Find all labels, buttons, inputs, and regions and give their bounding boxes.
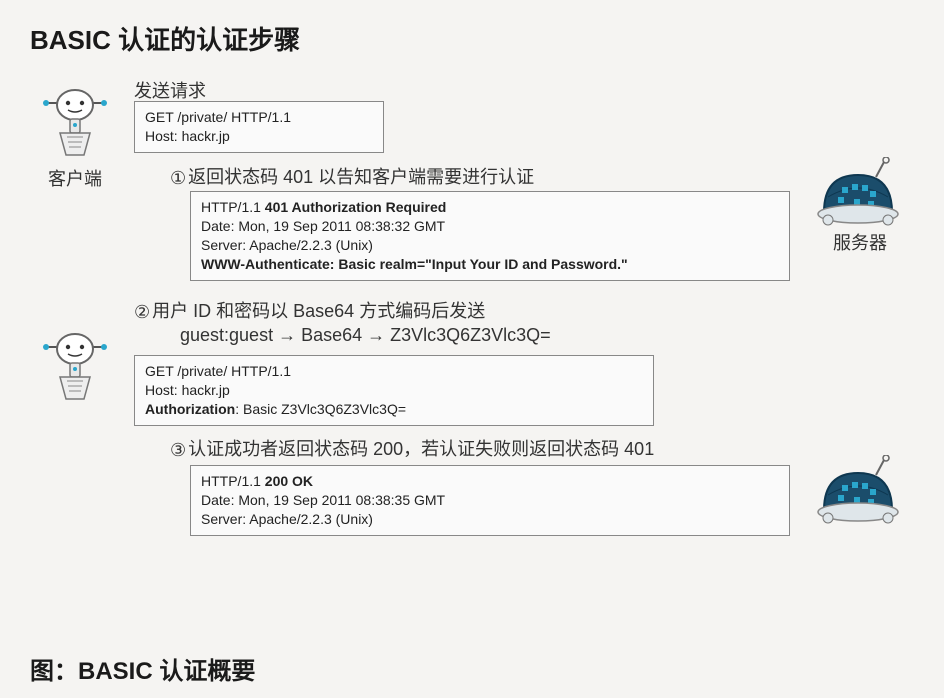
client-robot-icon xyxy=(40,85,110,175)
r3-l2: Date: Mon, 19 Sep 2011 08:38:35 GMT xyxy=(201,492,445,508)
response1-box: HTTP/1.1 401 Authorization Required Date… xyxy=(190,191,790,281)
figure-caption: 图：BASIC 认证概要 xyxy=(30,651,914,686)
r1-l1a: HTTP/1.1 xyxy=(201,199,265,215)
client-label: 客户端 xyxy=(40,165,110,191)
q2-l1: GET /private/ HTTP/1.1 xyxy=(145,363,291,379)
step2-number: ② xyxy=(134,302,150,323)
response3-box: HTTP/1.1 200 OK Date: Mon, 19 Sep 2011 0… xyxy=(190,465,790,536)
page-title: BASIC 认证的认证步骤 xyxy=(30,20,914,57)
client-robot-icon-2 xyxy=(40,329,110,419)
request2-box: GET /private/ HTTP/1.1 Host: hackr.jp Au… xyxy=(134,355,654,426)
step3-label: ③认证成功者返回状态码 200，若认证失败则返回状态码 401 xyxy=(170,435,654,461)
r1-l3: Server: Apache/2.2.3 (Unix) xyxy=(201,237,373,253)
request1-label: 发送请求 xyxy=(134,77,206,103)
server-label: 服务器 xyxy=(816,229,904,255)
step1-text: 返回状态码 401 以告知客户端需要进行认证 xyxy=(188,167,534,187)
r1-l1b: 401 Authorization Required xyxy=(265,199,447,215)
step2-sub: guest:guest → Base64 → Z3Vlc3Q6Z3Vlc3Q= xyxy=(180,325,551,346)
step3-text: 认证成功者返回状态码 200，若认证失败则返回状态码 401 xyxy=(188,439,654,459)
r1-l2: Date: Mon, 19 Sep 2011 08:38:32 GMT xyxy=(201,218,445,234)
step2-text: 用户 ID 和密码以 Base64 方式编码后发送 xyxy=(152,301,485,321)
r3-l1a: HTTP/1.1 xyxy=(201,473,265,489)
step1-number: ① xyxy=(170,168,186,189)
q2-l2: Host: hackr.jp xyxy=(145,382,230,398)
req1-line2: Host: hackr.jp xyxy=(145,128,230,144)
request1-box: GET /private/ HTTP/1.1 Host: hackr.jp xyxy=(134,101,384,153)
step1-label: ①返回状态码 401 以告知客户端需要进行认证 xyxy=(170,163,534,189)
server-dome-icon-2 xyxy=(814,455,904,545)
r3-l3: Server: Apache/2.2.3 (Unix) xyxy=(201,511,373,527)
req1-line1: GET /private/ HTTP/1.1 xyxy=(145,109,291,125)
r1-l4: WWW-Authenticate: Basic realm="Input You… xyxy=(201,256,628,272)
basic-auth-diagram: 客户端 发送请求 GET /private/ HTTP/1.1 Host: ha… xyxy=(30,77,914,637)
q2-l3b: : Basic Z3Vlc3Q6Z3Vlc3Q= xyxy=(235,401,406,417)
step2-label: ②用户 ID 和密码以 Base64 方式编码后发送 xyxy=(134,297,485,323)
r3-l1b: 200 OK xyxy=(265,473,313,489)
q2-l3a: Authorization xyxy=(145,401,235,417)
step3-number: ③ xyxy=(170,440,186,461)
